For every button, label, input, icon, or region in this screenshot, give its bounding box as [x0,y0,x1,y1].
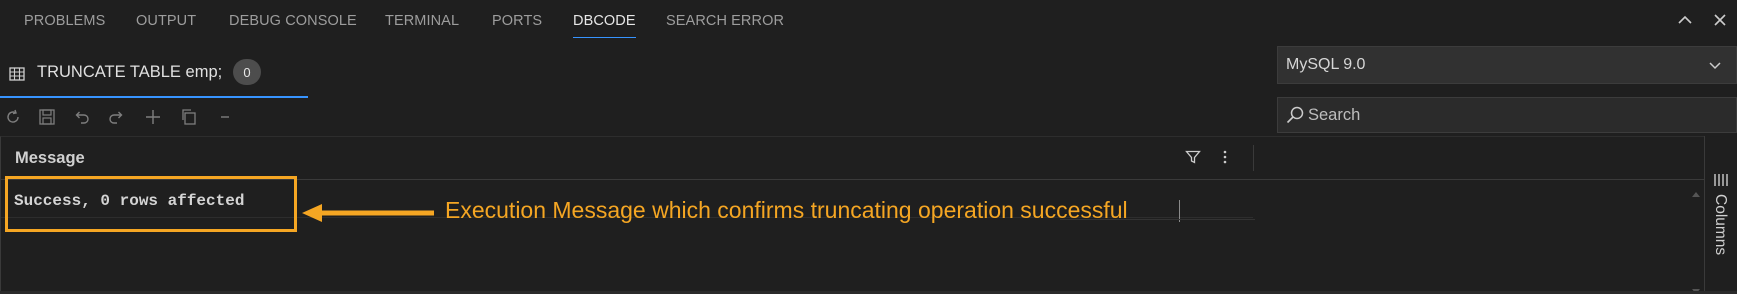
column-header-message[interactable]: Message [15,149,85,168]
grid-header: Message [1,137,1705,180]
save-icon[interactable] [34,104,60,130]
remove-row-icon[interactable] [212,104,238,130]
tab-ports[interactable]: PORTS [492,13,542,29]
connection-select[interactable]: MySQL 9.0 [1277,46,1737,84]
annotation-text: Execution Message which confirms truncat… [445,197,1128,223]
undo-icon[interactable] [69,104,95,130]
tab-search-error[interactable]: SEARCH ERROR [666,13,784,29]
scroll-up-icon[interactable] [1691,185,1701,203]
results-toolbar [0,98,1277,136]
connection-select-value: MySQL 9.0 [1286,56,1366,73]
table-grid-icon [9,66,25,87]
more-vertical-icon[interactable] [1217,149,1233,170]
search-icon [1285,105,1305,130]
chevron-up-icon[interactable] [1673,8,1697,32]
close-icon[interactable] [1708,8,1732,32]
panel-tabbar: PROBLEMS OUTPUT DEBUG CONSOLE TERMINAL P… [0,0,1737,44]
refresh-icon[interactable] [0,104,26,130]
search-box [1277,97,1737,133]
grid-line [1060,219,1255,220]
redo-icon[interactable] [103,104,129,130]
tab-output[interactable]: OUTPUT [136,13,196,29]
chevron-down-icon [1708,58,1722,77]
filter-icon[interactable] [1185,149,1201,170]
column-divider[interactable] [1253,145,1254,171]
annotation-arrow [302,204,434,222]
tab-terminal[interactable]: TERMINAL [385,13,459,29]
query-result-tab[interactable]: TRUNCATE TABLE emp; [0,52,308,98]
tab-debug-console[interactable]: DEBUG CONSOLE [229,13,357,29]
columns-panel-label: Columns [1712,194,1729,256]
columns-icon [1713,173,1729,192]
add-row-icon[interactable] [140,104,166,130]
tab-problems[interactable]: PROBLEMS [24,13,105,29]
query-tab-label: TRUNCATE TABLE emp; [37,63,223,81]
annotation-highlight-box [5,176,297,232]
copy-icon[interactable] [176,104,202,130]
search-input[interactable] [1308,98,1728,132]
tab-dbcode[interactable]: DBCODE [573,13,636,38]
rows-count-badge: 0 [233,59,261,85]
